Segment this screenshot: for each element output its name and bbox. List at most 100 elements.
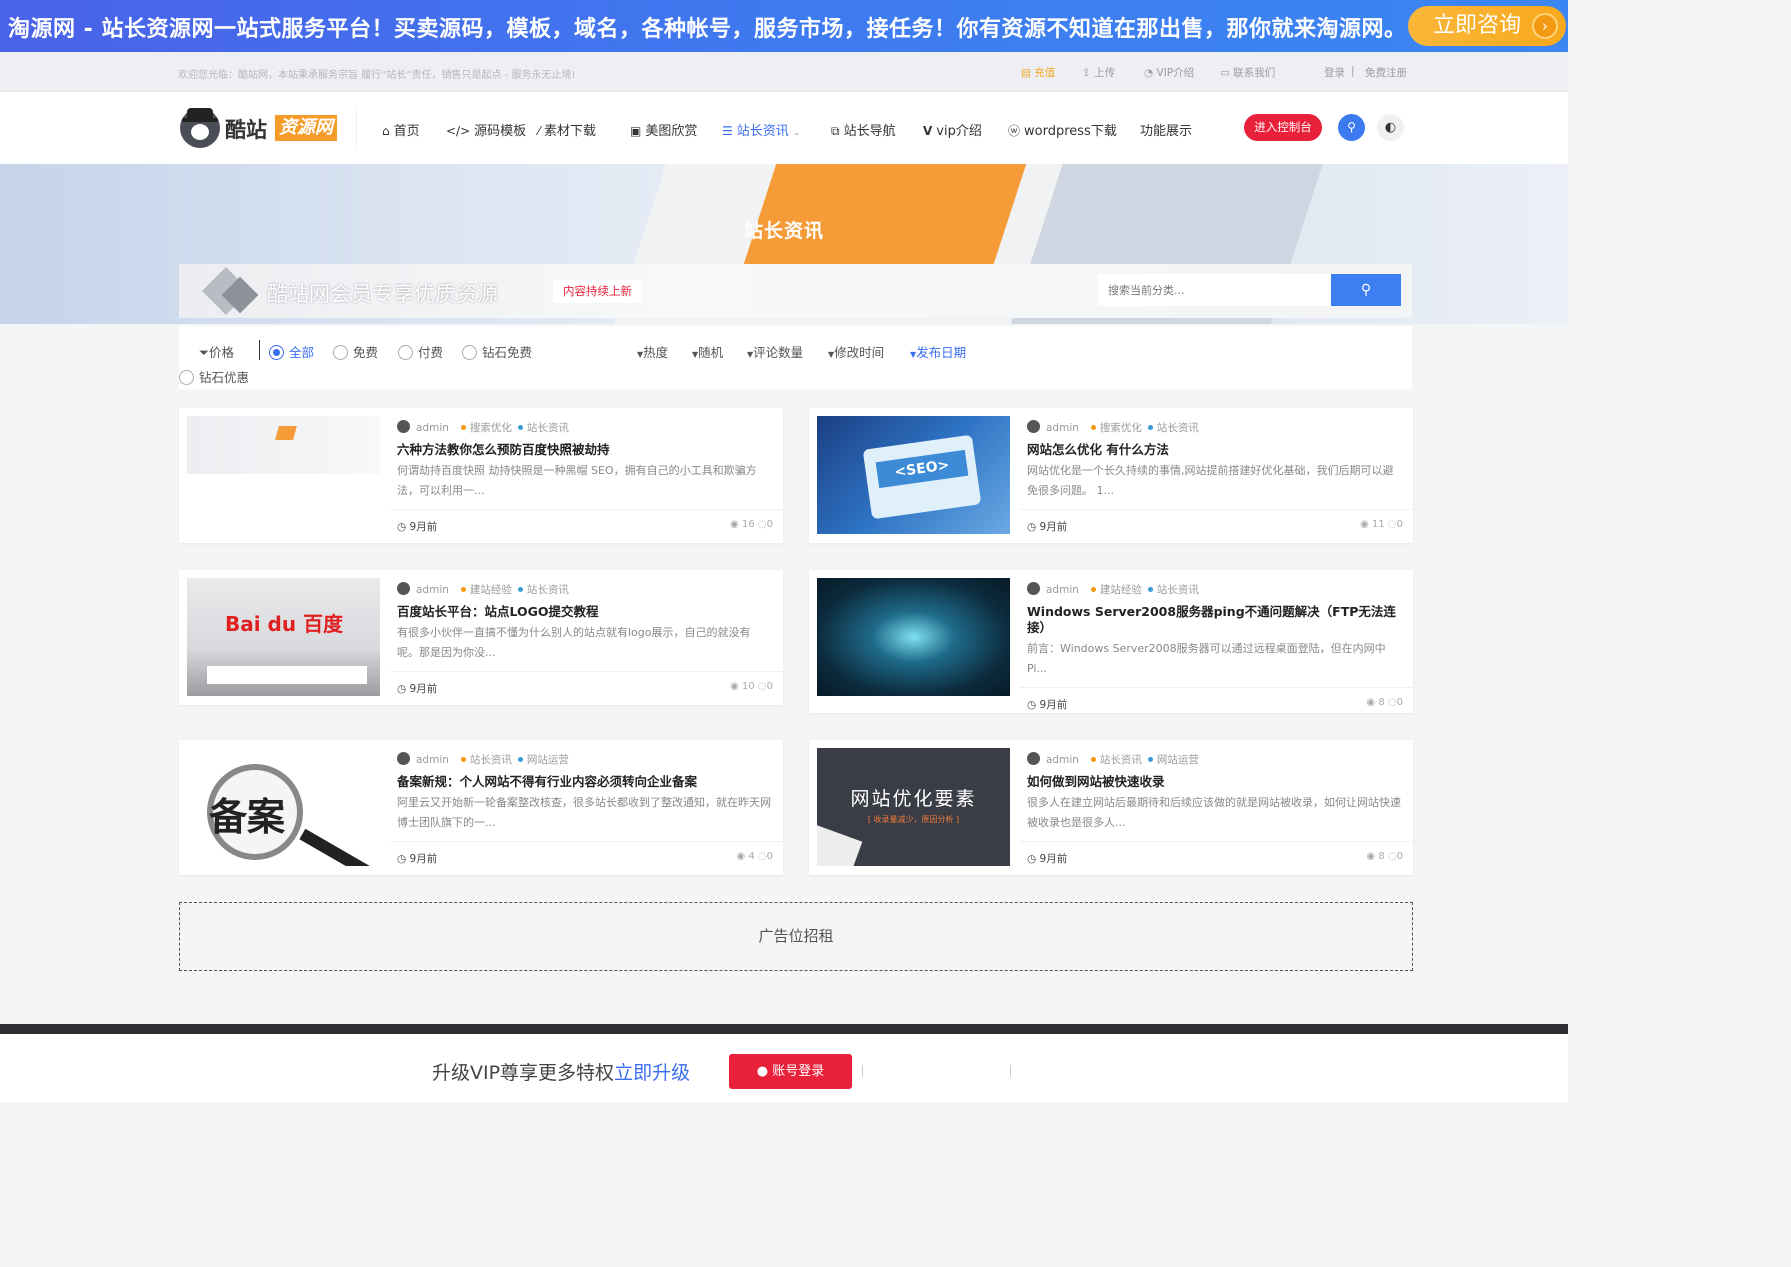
eye-icon: ◉ <box>1366 851 1376 862</box>
post-category[interactable]: 站长资讯 <box>1157 422 1199 434</box>
top-banner[interactable]: 淘源网 - 站长资源网一站式服务平台！买卖源码，模板，域名，各种帐号，服务市场，… <box>0 0 1568 52</box>
post-category[interactable]: 建站经验 <box>470 584 512 596</box>
post-time-text: 9月前 <box>1039 853 1068 865</box>
search-icon[interactable]: ⚲ <box>1338 114 1365 141</box>
upload-link[interactable]: ⇪ 上传 <box>1082 65 1115 80</box>
post-category[interactable]: 站长资讯 <box>470 754 512 766</box>
recharge-link[interactable]: ▤ 充值 <box>1021 65 1055 80</box>
nav-webmaster-directory[interactable]: ⧉ 站长导航 <box>831 120 896 139</box>
code-icon: </> <box>446 124 471 138</box>
sort-comments[interactable]: ▼评论数量 <box>747 342 803 361</box>
post-card[interactable]: 网站优化要素 [ 收录量减少，原因分析 ] admin 站长资讯 网站运营 如何做到… <box>809 740 1413 875</box>
post-author[interactable]: admin <box>416 754 449 766</box>
filter-option-diamond-free[interactable]: 钻石免费 <box>462 342 532 361</box>
consult-button-label: 立即咨询 <box>1433 13 1522 38</box>
post-card[interactable]: admin 搜索优化 站长资讯 六种方法教你怎么预防百度快照被劫持 何谓劫持百度快照… <box>179 408 783 543</box>
post-card[interactable]: Bai du 百度 admin 建站经验 站长资讯 百度站长平台：站点LOGO提交教… <box>179 570 783 705</box>
post-author[interactable]: admin <box>1046 422 1079 434</box>
price-filter-label: ⏷价格 <box>199 342 234 361</box>
nav-source-templates[interactable]: </> 源码模板 <box>446 120 526 139</box>
chevron-down-icon: ⌄ <box>792 128 801 138</box>
sort-popularity[interactable]: ▼热度 <box>637 342 668 361</box>
post-category[interactable]: 网站运营 <box>1157 754 1199 766</box>
vip-upgrade-text: 升级VIP尊享更多特权立即升级 <box>432 1058 690 1085</box>
nav-webmaster-news[interactable]: ☰ 站长资讯 ⌄ <box>722 120 800 139</box>
filter-option-diamond-discount[interactable]: 钻石优惠 <box>179 367 249 386</box>
thumb-title: 网站优化要素 <box>850 788 977 810</box>
post-title[interactable]: 六种方法教你怎么预防百度快照被劫持 <box>397 442 767 458</box>
home-icon: ⌂ <box>382 124 390 138</box>
baidu-logo-text: Bai du 百度 <box>225 612 344 636</box>
post-category[interactable]: 建站经验 <box>1100 584 1142 596</box>
filter-option-free[interactable]: 免费 <box>333 342 378 361</box>
post-category[interactable]: 站长资讯 <box>1157 584 1199 596</box>
sort-random[interactable]: ▼随机 <box>692 342 723 361</box>
view-count: 4 <box>748 851 755 862</box>
post-thumbnail[interactable] <box>187 416 380 474</box>
wallet-icon: ▤ <box>1021 67 1031 79</box>
post-card[interactable]: admin 建站经验 站长资讯 Windows Server2008服务器ping不… <box>809 570 1413 713</box>
category-search-button[interactable]: ⚲ <box>1331 274 1401 306</box>
post-thumbnail[interactable]: 备案 <box>187 748 380 866</box>
post-time-text: 9月前 <box>409 521 438 533</box>
post-category[interactable]: 站长资讯 <box>527 422 569 434</box>
post-thumbnail[interactable] <box>817 578 1010 696</box>
dark-mode-icon[interactable]: ◐ <box>1377 114 1404 141</box>
site-logo[interactable]: 酷站 资源网 <box>180 106 340 150</box>
nav-home[interactable]: ⌂ 首页 <box>382 120 420 139</box>
post-category[interactable]: 网站运营 <box>527 754 569 766</box>
control-panel-button[interactable]: 进入控制台 <box>1244 114 1322 141</box>
comment-count: 0 <box>766 519 773 530</box>
nav-features[interactable]: 功能展示 <box>1140 120 1192 139</box>
account-login-button[interactable]: ● 账号登录 <box>729 1054 852 1089</box>
sort-published[interactable]: ▼发布日期 <box>910 342 966 361</box>
clock-icon: ◷ <box>397 853 407 865</box>
vip-intro-link[interactable]: ◔ VIP介绍 <box>1144 65 1194 80</box>
post-title[interactable]: 网站怎么优化 有什么方法 <box>1027 442 1397 458</box>
arrow-right-icon: › <box>1532 13 1558 39</box>
post-title[interactable]: Windows Server2008服务器ping不通问题解决（FTP无法连接） <box>1027 604 1397 636</box>
post-meta: admin 站长资讯 网站运营 <box>397 752 569 767</box>
post-author[interactable]: admin <box>416 584 449 596</box>
category-search-input[interactable] <box>1098 274 1331 306</box>
post-title[interactable]: 百度站长平台：站点LOGO提交教程 <box>397 604 767 620</box>
post-category[interactable]: 搜索优化 <box>1100 422 1142 434</box>
nav-vip[interactable]: Vvip介绍 <box>923 120 982 139</box>
magnifier-handle <box>299 828 375 866</box>
login-link[interactable]: 登录 <box>1324 65 1345 80</box>
post-category[interactable]: 站长资讯 <box>1100 754 1142 766</box>
post-stats: ◉ 8 ◌0 <box>1366 851 1403 862</box>
nav-gallery[interactable]: ▣ 美图欣赏 <box>630 120 697 139</box>
nav-materials[interactable]: ⁄ 素材下载 <box>538 120 596 139</box>
post-thumbnail[interactable]: <SEO> <box>817 416 1010 534</box>
post-category[interactable]: 搜索优化 <box>470 422 512 434</box>
post-meta: admin 站长资讯 网站运营 <box>1027 752 1199 767</box>
post-title[interactable]: 如何做到网站被快速收录 <box>1027 774 1397 790</box>
view-count: 11 <box>1371 519 1385 530</box>
consult-button[interactable]: 立即咨询 › <box>1408 6 1566 46</box>
contact-link[interactable]: ▭ 联系我们 <box>1220 65 1275 80</box>
post-thumbnail[interactable]: 网站优化要素 [ 收录量减少，原因分析 ] <box>817 748 1010 866</box>
post-author[interactable]: admin <box>1046 754 1079 766</box>
avatar <box>1027 582 1040 595</box>
upload-label: 上传 <box>1094 67 1116 79</box>
post-card[interactable]: 备案 admin 站长资讯 网站运营 备案新规：个人网站不得有行业内容必须转向企业备… <box>179 740 783 875</box>
post-thumbnail[interactable]: Bai du 百度 <box>187 578 380 696</box>
upgrade-link[interactable]: 立即升级 <box>614 1062 690 1084</box>
filter-option-paid[interactable]: 付费 <box>398 342 443 361</box>
post-author[interactable]: admin <box>416 422 449 434</box>
eye-icon: ◉ <box>1366 697 1376 708</box>
sort-modified[interactable]: ▼修改时间 <box>828 342 884 361</box>
post-author[interactable]: admin <box>1046 584 1079 596</box>
vip-intro-label: VIP介绍 <box>1156 67 1195 79</box>
post-time-text: 9月前 <box>1039 521 1068 533</box>
register-link[interactable]: 免费注册 <box>1365 65 1407 80</box>
category-dot <box>1090 757 1096 762</box>
post-title[interactable]: 备案新规：个人网站不得有行业内容必须转向企业备案 <box>397 774 767 790</box>
nav-wordpress[interactable]: ⓦ wordpress下载 <box>1008 120 1117 139</box>
post-category[interactable]: 站长资讯 <box>527 584 569 596</box>
view-count: 16 <box>741 519 755 530</box>
ad-placeholder[interactable]: 广告位招租 <box>179 902 1413 971</box>
filter-option-all[interactable]: 全部 <box>269 342 314 361</box>
post-card[interactable]: <SEO> admin 搜索优化 站长资讯 网站怎么优化 有什么方法 网站优化是一个… <box>809 408 1413 543</box>
